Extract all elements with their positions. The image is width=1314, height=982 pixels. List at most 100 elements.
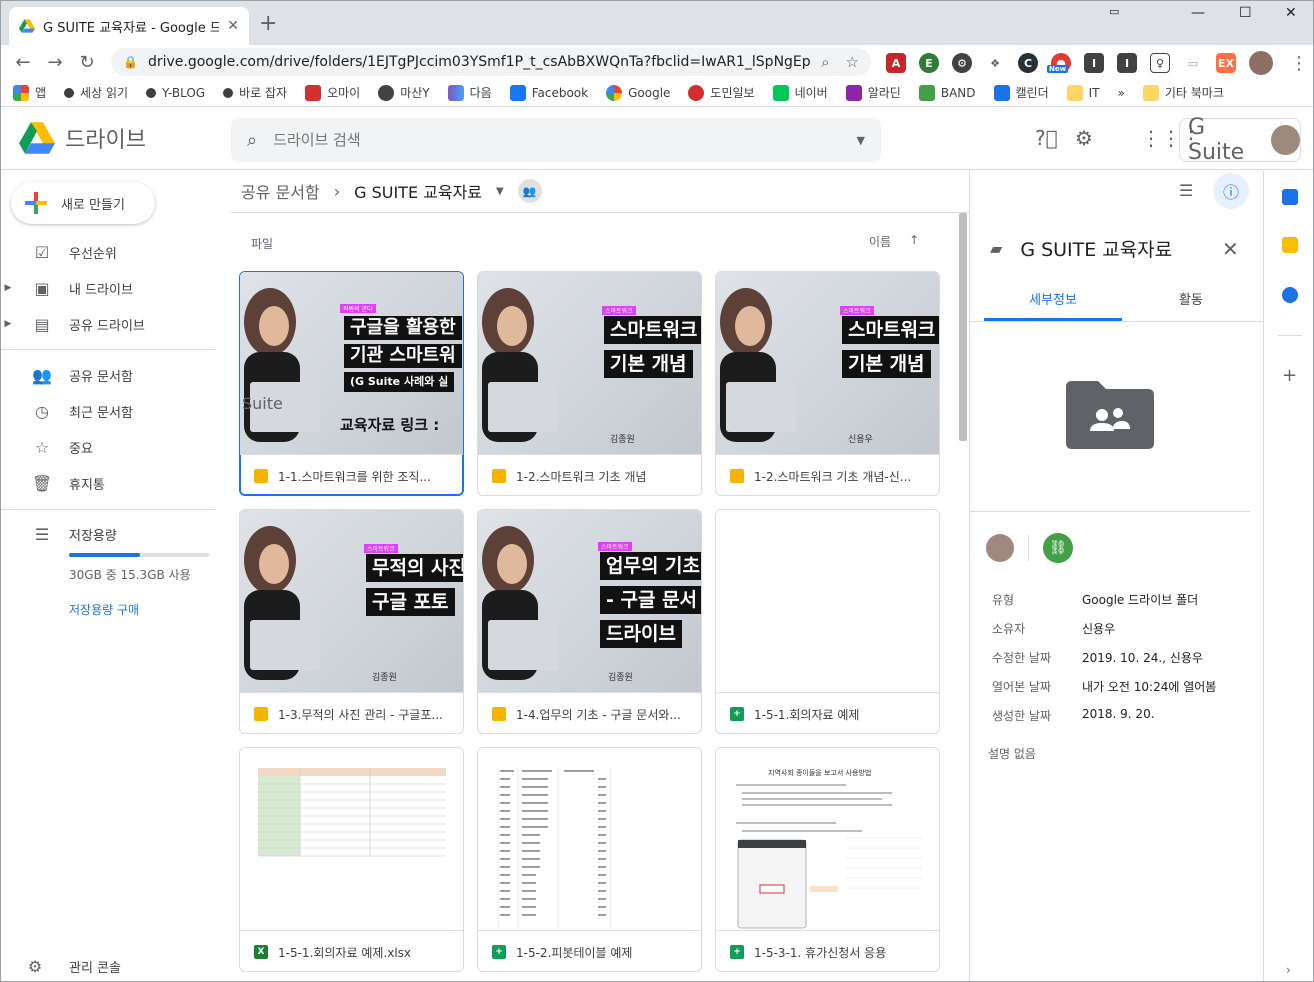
file-card[interactable]: X 1-5-1.회의자료 예제.xlsx [239, 747, 464, 972]
dots-icon [64, 87, 75, 98]
breadcrumb-chevron-icon: › [333, 181, 341, 201]
bookmark-item[interactable]: Google [606, 84, 670, 101]
forward-icon[interactable]: → [39, 52, 71, 73]
reload-icon[interactable]: ↻ [71, 52, 103, 73]
get-addons-icon[interactable]: + [1282, 365, 1297, 386]
bookmark-item[interactable]: 바로 잡자 [223, 84, 287, 101]
i-extension-icon-2[interactable]: I [1117, 53, 1137, 73]
expand-caret-icon[interactable]: ▶ [1, 319, 15, 329]
c-extension-icon[interactable]: C [1018, 53, 1038, 73]
bookmark-item[interactable]: 알라딘 [845, 84, 901, 101]
file-card[interactable]: 직원의 관다 구글을 활용한 기관 스마트워 (G Suite 사례와 실 교육… [239, 271, 464, 496]
back-icon[interactable]: ← [7, 52, 39, 73]
bookmark-label: 오마이 [327, 86, 361, 100]
extension-icon[interactable]: ⚙ [952, 53, 972, 73]
bookmark-label: 네이버 [794, 86, 828, 100]
admin-console-link[interactable]: ⚙ 관리 콘솔 [1, 957, 216, 976]
collapse-panel-icon[interactable]: › [1286, 963, 1291, 977]
bookmark-item[interactable]: Facebook [509, 84, 588, 101]
sort-arrow-up-icon[interactable]: ↑ [909, 233, 919, 250]
nav-shared-with-me[interactable]: 👥 공유 문서함 [1, 358, 216, 392]
nav-label: 내 드라이브 [69, 282, 133, 298]
drive-logo[interactable]: 드라이브 [19, 122, 146, 154]
bookmark-item[interactable]: BAND [918, 84, 976, 101]
bookmark-folder[interactable]: IT [1066, 84, 1100, 101]
bookmark-item[interactable]: 오마이 [305, 84, 360, 101]
zoom-icon[interactable]: ⌕ [821, 53, 829, 71]
profile-window-icon[interactable]: ▭ [1109, 5, 1119, 18]
file-card[interactable]: 스마트워크 무적의 사진 구글 포토 김종원 1-3.무적의 사진 관리 - 구… [239, 509, 464, 734]
bookmark-item[interactable]: 마산Y [378, 84, 430, 101]
file-card[interactable]: 스마트워크 스마트워크 기본 개념 김종원 1-2.스마트워크 기초 개념 [477, 271, 702, 496]
chrome-extension-icon[interactable]: ● New [1047, 53, 1071, 73]
breadcrumb-root[interactable]: 공유 문서함 [241, 179, 320, 203]
bookmark-item[interactable]: 도민일보 [688, 84, 755, 101]
bookmark-apps[interactable]: 앱 [13, 84, 46, 101]
slide-line: 기관 스마트워 [344, 344, 462, 368]
minimize-icon[interactable]: — [1191, 5, 1205, 21]
file-thumbnail: 직원의 관다 구글을 활용한 기관 스마트워 (G Suite 사례와 실 교육… [240, 272, 463, 454]
description-field[interactable]: 설명 없음 [988, 745, 1036, 762]
file-card[interactable]: + 1-5-2.피봇테이블 예제 [477, 747, 702, 972]
nav-shared-drives[interactable]: ▶ ▤ 공유 드라이브 [1, 307, 216, 341]
bookmark-item[interactable]: 네이버 [772, 84, 828, 101]
help-icon[interactable]: ?⃝ [1035, 126, 1058, 150]
account-avatar[interactable] [1271, 125, 1300, 155]
tab-details[interactable]: 세부정보 [984, 289, 1122, 308]
address-bar[interactable]: 🔒 drive.google.com/drive/folders/1EJTgPJ… [111, 48, 871, 76]
account-switcher[interactable]: G Suite [1179, 115, 1301, 165]
calendar-addon-icon[interactable] [1282, 189, 1298, 205]
dropbox-extension-icon[interactable]: ❖ [985, 53, 1005, 73]
bookmark-other[interactable]: 기타 북마크 [1142, 84, 1224, 101]
bookmark-item[interactable]: 캘린더 [993, 84, 1049, 101]
search-input[interactable] [273, 131, 841, 149]
nav-storage[interactable]: ☰ 저장용량 [1, 517, 216, 551]
link-sharing-icon[interactable]: ⛓ [1043, 533, 1073, 563]
chrome-menu-icon[interactable]: ⋮ [1290, 53, 1308, 74]
bookmark-label: 기타 북마크 [1164, 86, 1224, 100]
profile-avatar[interactable] [1249, 51, 1273, 75]
ex-extension-icon[interactable]: EX [1216, 53, 1236, 73]
file-card[interactable]: 지역사회 종이들을 보고서 사용방법 + 1-5-3-1. 휴가신청서 응용 [715, 747, 940, 972]
bulb-extension-icon[interactable]: ♀ [1150, 53, 1170, 73]
nav-starred[interactable]: ☆ 중요 [1, 430, 216, 464]
nav-recent[interactable]: ◷ 최근 문서함 [1, 394, 216, 428]
file-card[interactable]: + 1-5-1.회의자료 예제 [715, 509, 940, 734]
close-window-icon[interactable]: ✕ [1285, 5, 1297, 21]
scrollbar-thumb[interactable] [959, 213, 967, 441]
bookmark-star-icon[interactable]: ☆ [846, 53, 859, 71]
pdf-extension-icon[interactable]: A [886, 53, 906, 73]
evernote-extension-icon[interactable]: E [919, 53, 939, 73]
tasks-addon-icon[interactable] [1282, 287, 1298, 303]
bookmark-item[interactable]: 세상 읽기 [64, 84, 128, 101]
new-button[interactable]: 새로 만들기 [11, 182, 155, 224]
cast-extension-icon[interactable]: ▭ [1183, 53, 1203, 73]
bookmark-overflow[interactable]: » [1118, 86, 1125, 100]
bookmark-item[interactable]: 다음 [447, 84, 492, 101]
new-tab-button[interactable]: + [259, 11, 277, 36]
expand-caret-icon[interactable]: ▶ [1, 283, 15, 293]
search-icon[interactable]: ⌕ [247, 130, 257, 151]
search-options-icon[interactable]: ▼ [857, 134, 865, 147]
browser-tab[interactable]: G SUITE 교육자료 - Google 드 ✕ [9, 7, 249, 45]
i-extension-icon[interactable]: I [1084, 53, 1104, 73]
keep-addon-icon[interactable] [1282, 237, 1298, 253]
nav-trash[interactable]: 🗑 휴지통 [1, 466, 216, 500]
file-card[interactable]: 스마트워크 스마트워크 기본 개념 신용우 1-2.스마트워크 기초 개념-신.… [715, 271, 940, 496]
tab-activity[interactable]: 활동 [1122, 289, 1260, 308]
maximize-icon[interactable]: ☐ [1239, 5, 1252, 21]
nav-label: 최근 문서함 [69, 405, 133, 421]
settings-gear-icon[interactable]: ⚙ [1075, 126, 1093, 150]
buy-storage-link[interactable]: 저장용량 구매 [69, 601, 139, 618]
bookmark-item[interactable]: Y-BLOG [146, 86, 205, 100]
file-card[interactable]: 스마트워크 업무의 기초 - 구글 문서 드라이브 김종원 1-4.업무의 기초… [477, 509, 702, 734]
drive-search-box[interactable]: ⌕ ▼ [231, 118, 881, 162]
nav-priority[interactable]: ☑ 우선순위 [1, 235, 216, 269]
close-details-icon[interactable]: ✕ [1222, 237, 1239, 261]
sort-control[interactable]: 이름 ↑ [869, 233, 919, 250]
nav-my-drive[interactable]: ▶ ▣ 내 드라이브 [1, 271, 216, 305]
close-tab-icon[interactable]: ✕ [227, 18, 239, 34]
owner-avatar[interactable] [986, 534, 1014, 562]
folder-menu-caret-icon[interactable]: ▼ [496, 186, 504, 197]
breadcrumb-current[interactable]: G SUITE 교육자료 [354, 179, 482, 203]
